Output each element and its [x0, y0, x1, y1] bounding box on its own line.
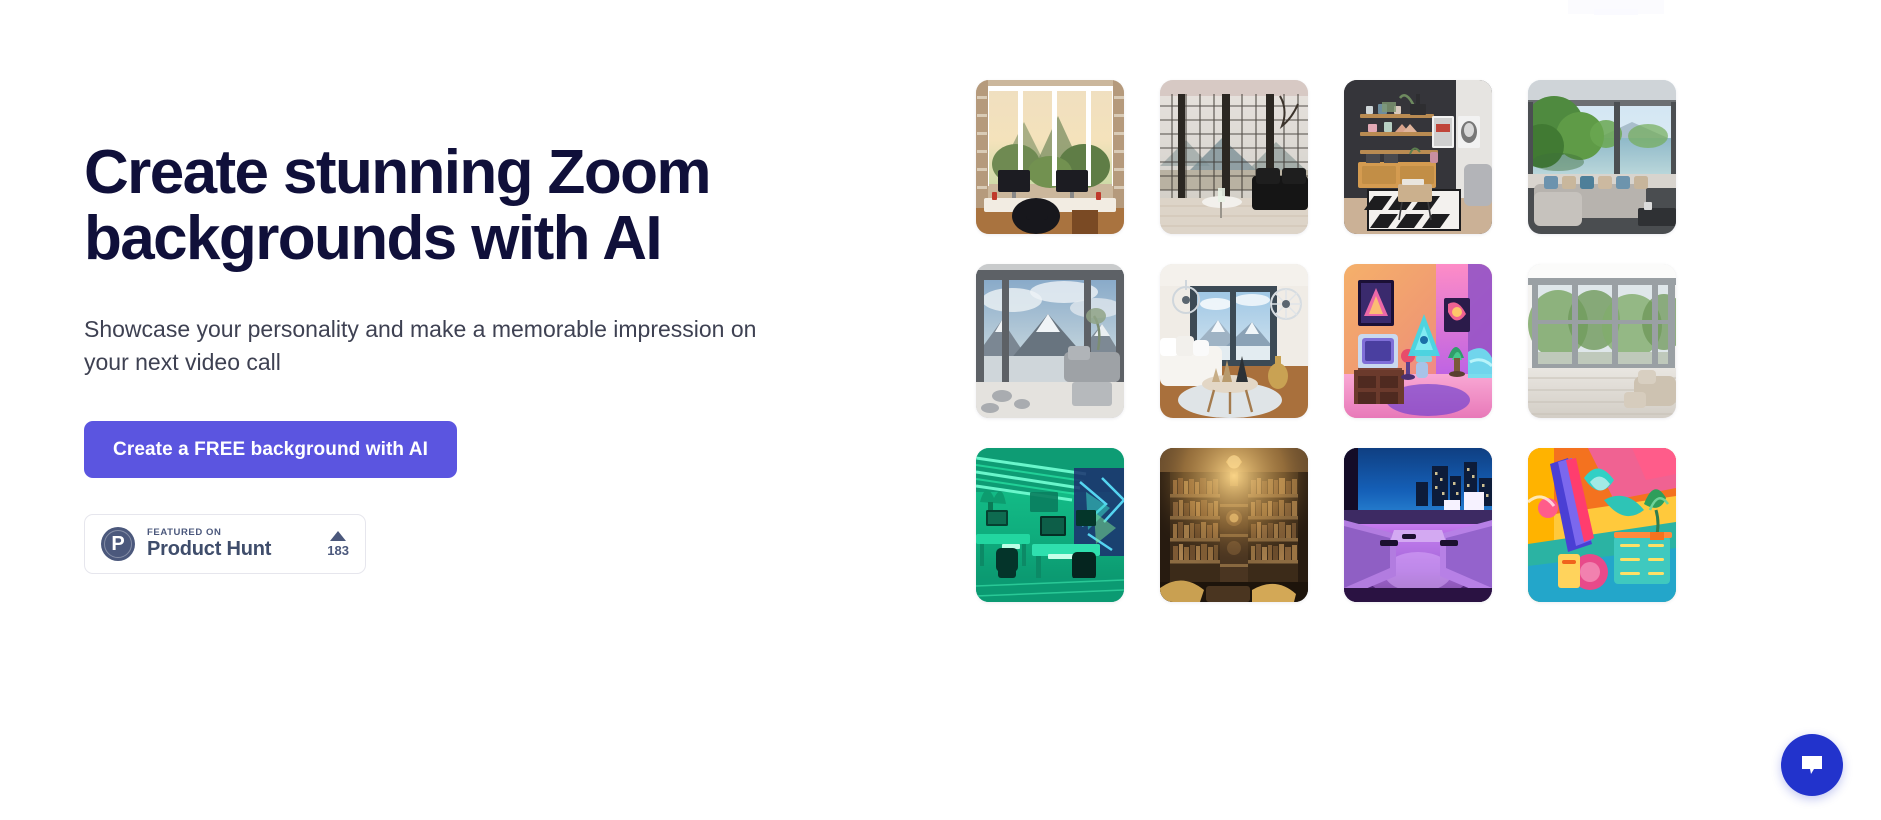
chat-bubble-icon — [1802, 756, 1822, 774]
product-hunt-upvote[interactable]: 183 — [327, 530, 349, 558]
product-hunt-logo-icon: P — [101, 526, 135, 561]
triangle-up-icon — [330, 530, 347, 541]
gallery-thumbnail[interactable] — [976, 264, 1124, 418]
product-hunt-upvote-count: 183 — [327, 542, 349, 558]
product-hunt-featured-label: FEATURED ON — [147, 526, 222, 538]
chat-widget-button[interactable] — [1781, 734, 1843, 796]
hero-section: Create stunning Zoom backgrounds with AI… — [84, 140, 904, 574]
gallery-thumbnail[interactable] — [976, 448, 1124, 602]
product-hunt-badge[interactable]: P FEATURED ON Product Hunt 183 — [84, 513, 366, 574]
top-edge-artifact-secondary — [1594, 9, 1638, 15]
product-hunt-text: FEATURED ON Product Hunt — [147, 527, 319, 561]
gallery-thumbnail[interactable] — [976, 80, 1124, 234]
create-free-background-button[interactable]: Create a FREE background with AI — [84, 420, 457, 478]
gallery-thumbnail[interactable] — [1528, 264, 1676, 418]
gallery-thumbnail[interactable] — [1160, 264, 1308, 418]
gallery-thumbnail[interactable] — [1528, 80, 1676, 234]
landing-page: Create stunning Zoom backgrounds with AI… — [0, 0, 1881, 820]
background-gallery — [976, 80, 1676, 602]
gallery-thumbnail[interactable] — [1344, 264, 1492, 418]
gallery-thumbnail[interactable] — [1528, 448, 1676, 602]
page-title: Create stunning Zoom backgrounds with AI — [84, 138, 712, 273]
gallery-thumbnail[interactable] — [1344, 80, 1492, 234]
gallery-thumbnail[interactable] — [1160, 80, 1308, 234]
hero-subtitle: Showcase your personality and make a mem… — [84, 316, 757, 376]
product-hunt-name: Product Hunt — [147, 538, 272, 561]
product-hunt-logo-letter: P — [111, 532, 125, 555]
gallery-thumbnail[interactable] — [1344, 448, 1492, 602]
gallery-thumbnail[interactable] — [1160, 448, 1308, 602]
